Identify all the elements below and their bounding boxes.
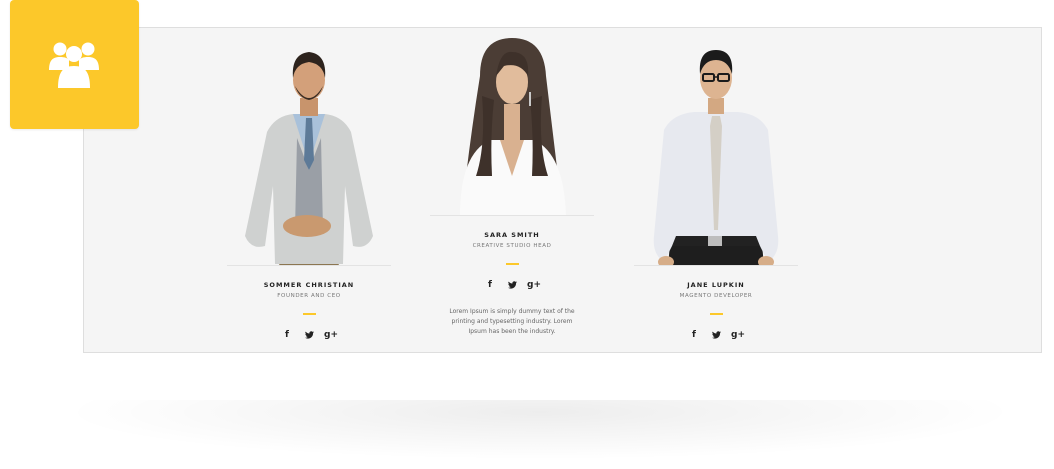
member-description: Lorem Ipsum is simply dummy text of the …	[449, 308, 575, 335]
social-links: f g+	[634, 329, 798, 343]
twitter-icon[interactable]	[711, 329, 721, 341]
google-plus-icon[interactable]: g+	[527, 279, 541, 291]
google-plus-icon[interactable]: g+	[324, 329, 338, 341]
panel-shadow	[60, 400, 1020, 460]
google-plus-icon[interactable]: g+	[731, 329, 745, 341]
member-photo	[634, 40, 798, 266]
twitter-icon[interactable]	[507, 279, 517, 291]
team-badge	[10, 0, 139, 129]
team-member-card: JANE LUPKIN MAGENTO DEVELOPER f g+	[634, 40, 798, 343]
facebook-icon[interactable]: f	[282, 329, 292, 341]
team-member-card: SARA SMITH CREATIVE STUDIO HEAD f g+ Lor…	[430, 36, 594, 337]
accent-divider	[709, 313, 723, 315]
member-role: CREATIVE STUDIO HEAD	[472, 243, 552, 249]
member-name: SARA SMITH	[484, 231, 540, 239]
photo-baseline	[430, 215, 594, 216]
member-role: MAGENTO DEVELOPER	[679, 293, 753, 299]
member-photo	[430, 36, 594, 216]
social-links: f g+	[227, 329, 391, 343]
social-links: f g+	[430, 279, 594, 293]
accent-divider	[505, 263, 519, 265]
member-name: SOMMER CHRISTIAN	[263, 281, 355, 289]
member-name: JANE LUPKIN	[687, 281, 745, 289]
member-role: FOUNDER AND CEO	[277, 293, 341, 299]
facebook-icon[interactable]: f	[485, 279, 495, 291]
member-photo	[227, 40, 391, 266]
photo-baseline	[634, 265, 798, 266]
team-member-card: SOMMER CHRISTIAN FOUNDER AND CEO f g+	[227, 40, 391, 343]
facebook-icon[interactable]: f	[689, 329, 699, 341]
twitter-icon[interactable]	[304, 329, 314, 341]
users-icon	[49, 42, 99, 88]
photo-baseline	[227, 265, 391, 266]
accent-divider	[302, 313, 316, 315]
